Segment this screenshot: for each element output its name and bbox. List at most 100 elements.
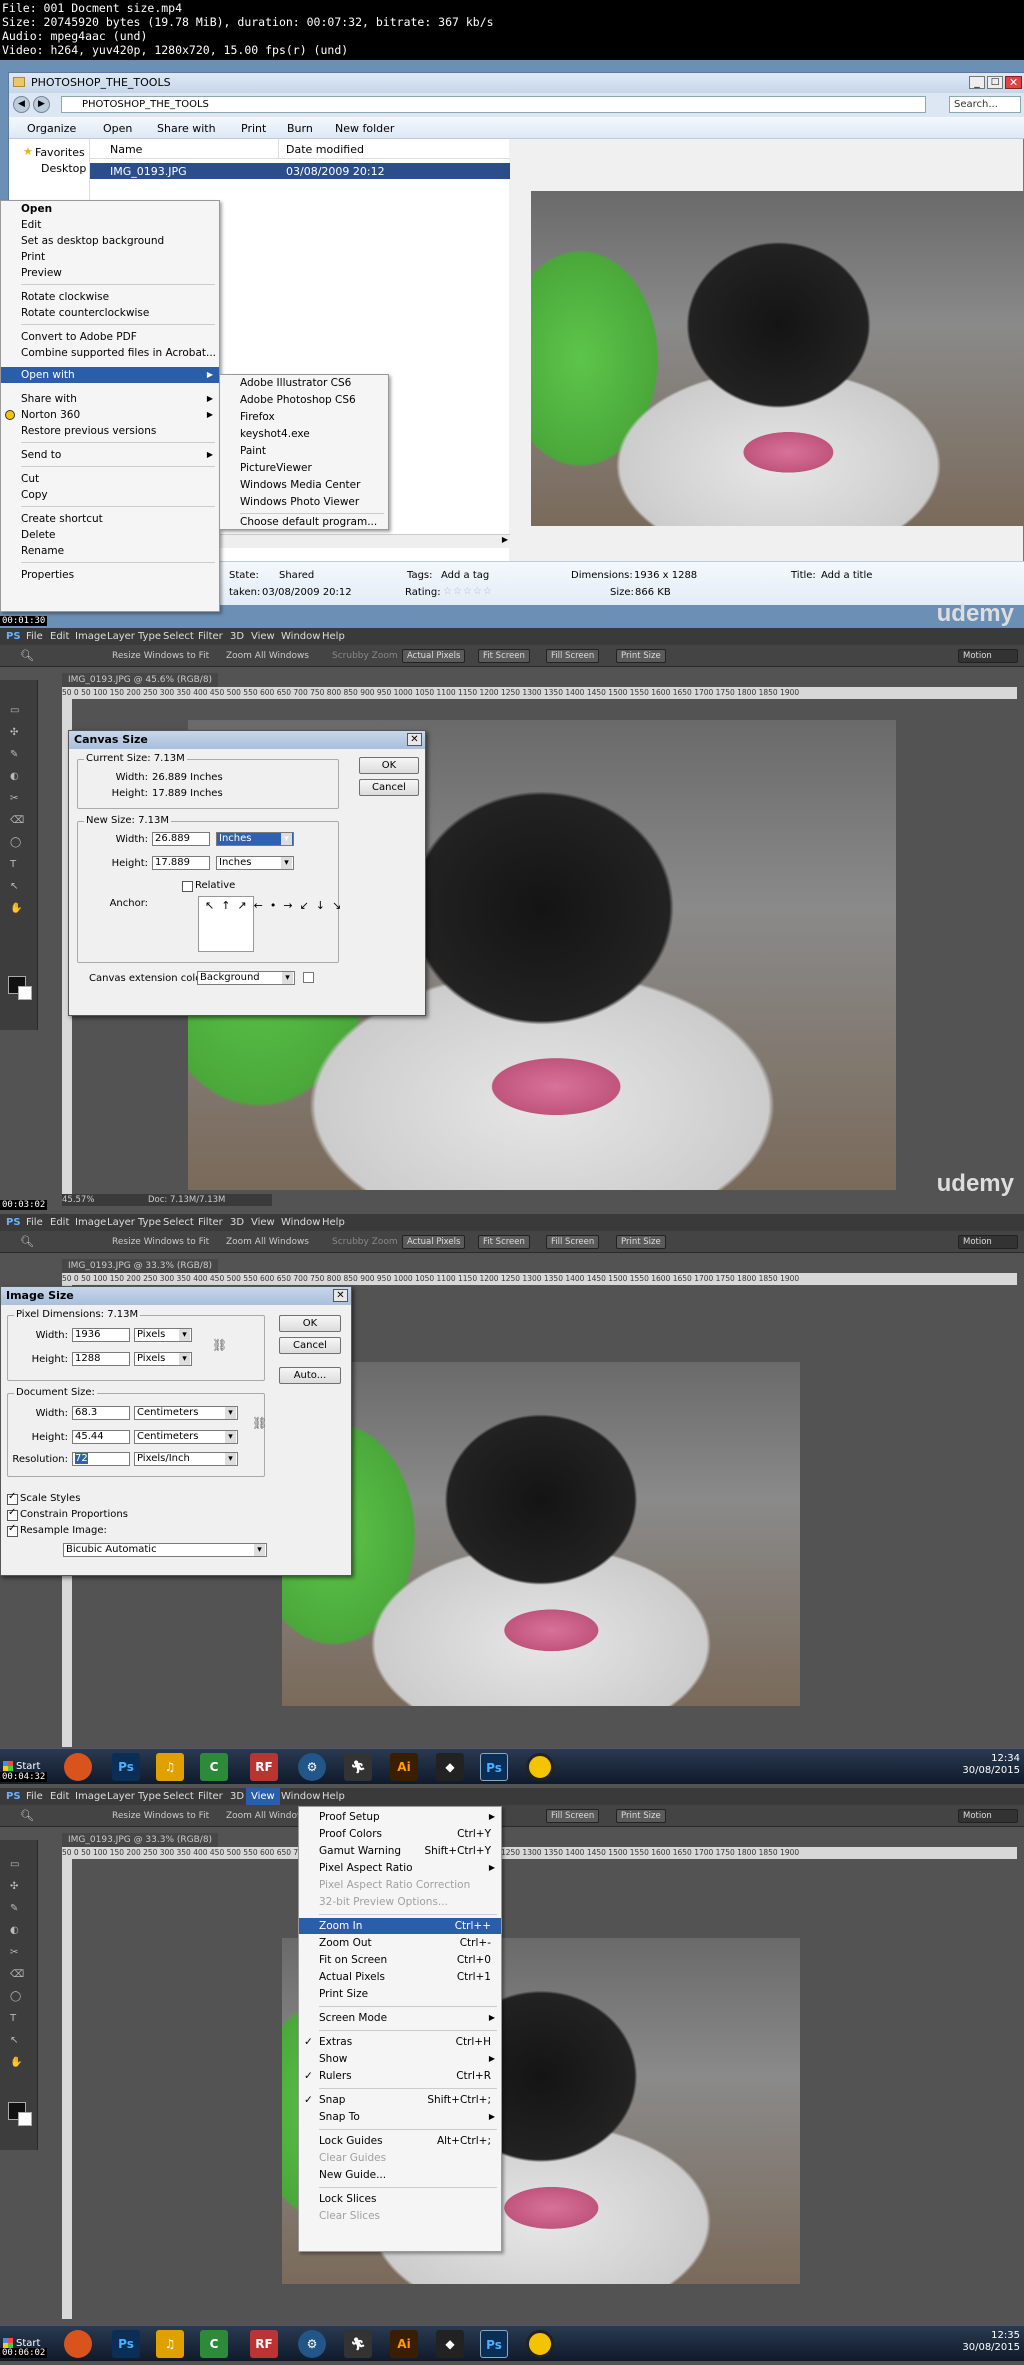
- menu-select[interactable]: Select: [163, 1214, 194, 1231]
- opt-zoom-all[interactable]: Zoom All Windows: [226, 1231, 309, 1253]
- app-photoshop[interactable]: Adobe Photoshop CS6: [220, 392, 388, 408]
- menu-window[interactable]: Window: [281, 1214, 320, 1231]
- camtasia-icon[interactable]: C: [200, 2330, 228, 2358]
- doc-height-input[interactable]: 45.44: [72, 1430, 130, 1444]
- rating-stars-icon[interactable]: ☆☆☆☆☆: [443, 586, 493, 597]
- view-menu-item[interactable]: Proof Colors Ctrl+Y: [299, 1826, 501, 1842]
- menu-select[interactable]: Select: [163, 1788, 194, 1805]
- pixel-height-unit[interactable]: Pixels: [134, 1352, 192, 1366]
- audio-icon[interactable]: ♫: [156, 2330, 184, 2358]
- menu-filter[interactable]: Filter: [198, 1214, 223, 1231]
- pixel-width-input[interactable]: 1936: [72, 1328, 130, 1342]
- app-pictureviewer[interactable]: PictureViewer: [220, 460, 388, 476]
- audio-icon[interactable]: ♫: [156, 1753, 184, 1781]
- fill-screen-button[interactable]: Fill Screen: [546, 1809, 600, 1823]
- norton-icon[interactable]: [526, 2330, 554, 2358]
- fit-screen-button[interactable]: Fit Screen: [478, 1235, 530, 1249]
- photoshop-active-icon[interactable]: Ps: [480, 2330, 508, 2358]
- menu-image[interactable]: Image: [75, 1214, 106, 1231]
- print-size-button[interactable]: Print Size: [616, 649, 666, 663]
- menu-restore-versions[interactable]: Restore previous versions: [1, 423, 219, 439]
- burn-button[interactable]: Burn: [287, 122, 313, 135]
- close-icon[interactable]: ✕: [333, 1289, 348, 1302]
- opt-zoom-all[interactable]: Zoom All Windows: [226, 645, 309, 667]
- firefox-icon[interactable]: [64, 1753, 92, 1781]
- menu-share-with[interactable]: Share with ▶: [1, 391, 219, 407]
- doc-height-unit[interactable]: Centimeters: [134, 1430, 238, 1444]
- rf-icon[interactable]: RF: [250, 2330, 278, 2358]
- menu-view[interactable]: View: [246, 1788, 280, 1805]
- menu-edit[interactable]: Edit: [1, 217, 219, 233]
- actual-pixels-button[interactable]: Actual Pixels: [402, 1235, 466, 1249]
- constrain-proportions-checkbox[interactable]: Constrain Proportions: [7, 1507, 128, 1521]
- cancel-button[interactable]: Cancel: [279, 1337, 341, 1354]
- view-menu-item[interactable]: ✓ Snap Shift+Ctrl+;: [299, 2092, 501, 2108]
- menu-convert-pdf[interactable]: Convert to Adobe PDF: [1, 329, 219, 345]
- height-input[interactable]: 17.889: [152, 856, 210, 870]
- illustrator-icon[interactable]: Ai: [390, 1753, 418, 1781]
- menu-cut[interactable]: Cut: [1, 471, 219, 487]
- cancel-button[interactable]: Cancel: [359, 779, 419, 796]
- photoshop-active-icon[interactable]: Ps: [480, 1753, 508, 1781]
- column-date[interactable]: Date modified: [286, 143, 364, 156]
- menu-file[interactable]: File: [26, 628, 43, 645]
- menu-combine-acrobat[interactable]: Combine supported files in Acrobat...: [1, 345, 219, 361]
- view-menu-item[interactable]: Lock Guides Alt+Ctrl+;: [299, 2133, 501, 2149]
- menu-help[interactable]: Help: [322, 1214, 345, 1231]
- app-firefox[interactable]: Firefox: [220, 409, 388, 425]
- document-tab[interactable]: IMG_0193.JPG @ 33.3% (RGB/8): [62, 1833, 219, 1847]
- app-illustrator[interactable]: Adobe Illustrator CS6: [220, 375, 388, 391]
- menu-help[interactable]: Help: [322, 1788, 345, 1805]
- ok-button[interactable]: OK: [359, 757, 419, 774]
- new-folder-button[interactable]: New folder: [335, 122, 394, 135]
- firefox-icon[interactable]: [64, 2330, 92, 2358]
- relative-checkbox[interactable]: Relative: [182, 880, 235, 892]
- menu-edit[interactable]: Edit: [50, 1788, 69, 1805]
- tags-value[interactable]: Add a tag: [441, 570, 489, 581]
- maximize-icon[interactable]: □: [987, 76, 1003, 89]
- menu-properties[interactable]: Properties: [1, 567, 219, 583]
- open-button[interactable]: Open: [103, 122, 132, 135]
- extension-color-swatch[interactable]: [303, 972, 314, 983]
- view-menu-item[interactable]: Gamut Warning Shift+Ctrl+Y: [299, 1843, 501, 1859]
- menu-type[interactable]: Type: [138, 1214, 161, 1231]
- menu-copy[interactable]: Copy: [1, 487, 219, 503]
- menu-rename[interactable]: Rename: [1, 543, 219, 559]
- title-value[interactable]: Add a title: [821, 570, 872, 581]
- minimize-icon[interactable]: _: [969, 76, 985, 89]
- opt-resize-windows[interactable]: Resize Windows to Fit: [112, 1805, 209, 1827]
- resolution-input[interactable]: 72: [72, 1452, 130, 1466]
- runner-icon[interactable]: 🏃︎: [344, 2330, 372, 2358]
- menu-window[interactable]: Window: [281, 1788, 320, 1805]
- menu-image[interactable]: Image: [75, 628, 106, 645]
- zoom-tool-icon[interactable]: 🔍︎: [20, 645, 34, 667]
- app-paint[interactable]: Paint: [220, 443, 388, 459]
- zoom-tool-icon[interactable]: 🔍︎: [20, 1805, 34, 1827]
- menu-layer[interactable]: Layer: [107, 1214, 135, 1231]
- extension-color-select[interactable]: Background: [197, 971, 295, 985]
- settings-icon[interactable]: ⚙: [298, 1753, 326, 1781]
- menu-norton[interactable]: Norton 360 ▶: [1, 407, 219, 423]
- forward-icon[interactable]: ▶: [33, 96, 50, 113]
- menu-type[interactable]: Type: [138, 628, 161, 645]
- pixel-height-input[interactable]: 1288: [72, 1352, 130, 1366]
- workspace-select[interactable]: Motion: [958, 1809, 1018, 1823]
- workspace-select[interactable]: Motion: [958, 1235, 1018, 1249]
- doc-width-unit[interactable]: Centimeters: [134, 1406, 238, 1420]
- camtasia-icon[interactable]: C: [200, 1753, 228, 1781]
- menu-view[interactable]: View: [251, 1214, 275, 1231]
- nav-favorites[interactable]: Favorites: [35, 146, 85, 159]
- print-size-button[interactable]: Print Size: [616, 1235, 666, 1249]
- scale-styles-checkbox[interactable]: Scale Styles: [7, 1491, 80, 1505]
- nav-desktop[interactable]: Desktop: [41, 162, 86, 175]
- file-row[interactable]: IMG_0193.JPG 03/08/2009 20:12: [90, 163, 510, 179]
- view-menu-item[interactable]: Show ▶: [299, 2051, 501, 2067]
- menu-open[interactable]: Open: [1, 201, 219, 217]
- address-input[interactable]: PHOTOSHOP_THE_TOOLS: [61, 96, 926, 113]
- menu-file[interactable]: File: [26, 1788, 43, 1805]
- workspace-select[interactable]: Motion: [958, 649, 1018, 663]
- menu-window[interactable]: Window: [281, 628, 320, 645]
- choose-default-program[interactable]: Choose default program...: [220, 514, 388, 530]
- norton-icon[interactable]: [526, 1753, 554, 1781]
- app-photo-viewer[interactable]: Windows Photo Viewer: [220, 494, 388, 510]
